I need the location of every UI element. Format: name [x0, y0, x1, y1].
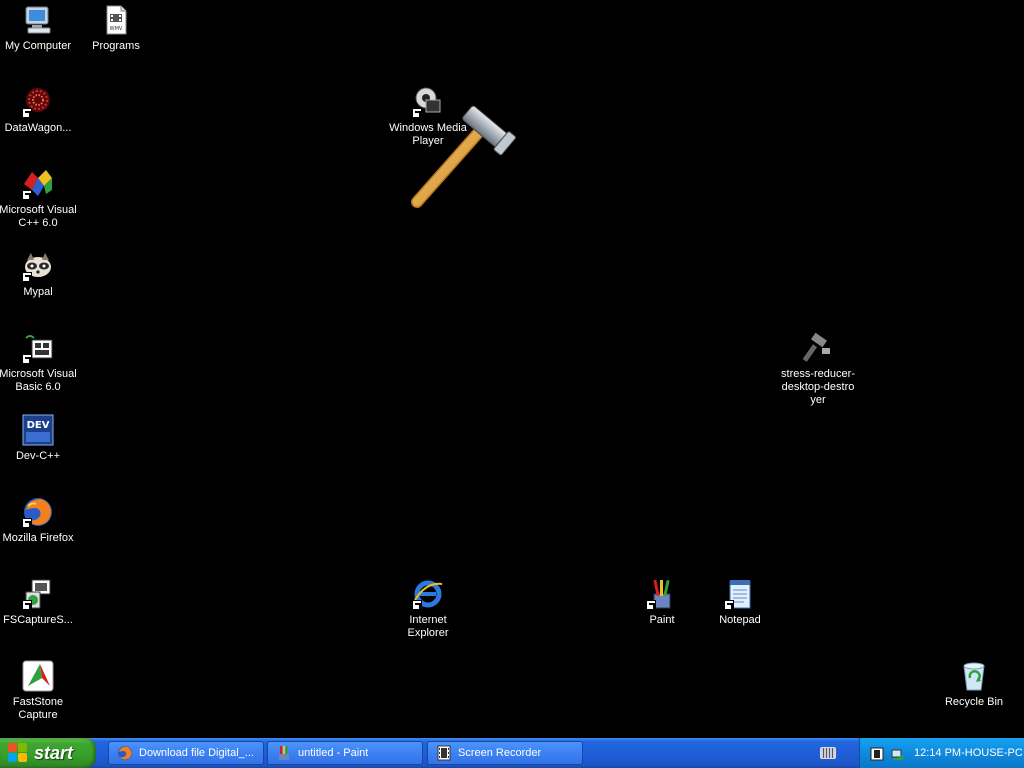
desktop-icon-internet-explorer[interactable]: Internet Explorer [388, 578, 468, 640]
desktop-icon-label: Internet Explorer [407, 614, 449, 639]
shortcut-arrow-icon [22, 600, 32, 610]
paint-brushes-icon [646, 578, 678, 610]
paint-brushes-icon [276, 745, 292, 761]
desktop[interactable]: My Computer WMV Programs DataWagon... Mi… [0, 0, 1024, 738]
desktop-icon-visual-cpp[interactable]: Microsoft Visual C++ 6.0 [0, 168, 78, 230]
shortcut-arrow-icon [646, 600, 656, 610]
fscapture-icon [22, 578, 54, 610]
datawagon-icon [22, 86, 54, 118]
shortcut-arrow-icon [22, 190, 32, 200]
shortcut-arrow-icon [22, 354, 32, 364]
windows-logo-icon [8, 743, 28, 763]
shortcut-arrow-icon [724, 600, 734, 610]
recycle-bin-icon [958, 660, 990, 692]
desktop-icon-label: Notepad [719, 614, 761, 626]
desktop-icon-datawagon[interactable]: DataWagon... [0, 86, 78, 135]
desktop-icon-faststone-capture[interactable]: FastStone Capture [0, 660, 78, 722]
taskbar-button-label: Download file Digital_... [139, 747, 254, 759]
hammer-cursor-icon [405, 98, 525, 213]
dev-cpp-icon: DEV [22, 414, 54, 446]
keyboard-language-icon[interactable] [820, 747, 836, 759]
notepad-icon [724, 578, 756, 610]
shortcut-arrow-icon [22, 272, 32, 282]
desktop-icon-my-computer[interactable]: My Computer [0, 4, 78, 53]
faststone-icon [22, 660, 54, 692]
desktop-icon-fscapture[interactable]: FSCaptureS... [0, 578, 78, 627]
start-button[interactable]: start [0, 738, 96, 768]
taskbar: start Download file Digital_... untitled… [0, 738, 1024, 768]
desktop-icon-stress-reducer[interactable]: stress-reducer- desktop-destro yer [778, 332, 858, 407]
visual-basic-icon [22, 332, 54, 364]
film-strip-icon[interactable] [870, 746, 884, 761]
shortcut-arrow-icon [22, 518, 32, 528]
taskbar-button-firefox-download[interactable]: Download file Digital_... [108, 741, 264, 765]
desktop-icon-label: My Computer [4, 40, 72, 52]
desktop-icon-visual-basic[interactable]: Microsoft Visual Basic 6.0 [0, 332, 78, 394]
desktop-icon-label: Programs [92, 40, 140, 52]
wmv-file-icon: WMV [100, 4, 132, 36]
firefox-icon [22, 496, 54, 528]
visual-cpp-icon [22, 168, 54, 200]
desktop-icon-paint[interactable]: Paint [622, 578, 702, 627]
svg-text:WMV: WMV [110, 26, 123, 32]
desktop-icon-label: Microsoft Visual C++ 6.0 [0, 204, 77, 229]
internet-explorer-icon [412, 578, 444, 610]
desktop-icon-label: Microsoft Visual Basic 6.0 [0, 368, 77, 393]
network-icon[interactable] [890, 746, 904, 761]
shortcut-arrow-icon [412, 600, 422, 610]
shortcut-arrow-icon [22, 108, 32, 118]
hammer-icon [802, 332, 834, 364]
desktop-icon-notepad[interactable]: Notepad [700, 578, 780, 627]
start-label: start [34, 742, 74, 763]
computer-icon [22, 4, 54, 36]
desktop-icon-programs[interactable]: WMV Programs [76, 4, 156, 53]
firefox-icon [117, 745, 133, 761]
desktop-icon-label: DataWagon... [4, 122, 72, 134]
desktop-icon-label: stress-reducer- desktop-destro yer [781, 368, 855, 406]
taskbar-button-paint[interactable]: untitled - Paint [267, 741, 423, 765]
taskbar-button-screen-recorder[interactable]: Screen Recorder [427, 741, 583, 765]
system-tray: 12:14 PM-HOUSE-PC [859, 738, 1024, 768]
desktop-icon-label: FSCaptureS... [3, 614, 73, 626]
desktop-icon-label: Mozilla Firefox [2, 532, 74, 544]
mypal-raccoon-icon [22, 250, 54, 282]
desktop-icon-label: Paint [649, 614, 675, 626]
film-strip-icon [436, 745, 452, 761]
system-clock[interactable]: 12:14 PM-HOUSE-PC [914, 747, 1023, 759]
desktop-icon-label: Mypal [23, 286, 53, 298]
desktop-icon-label: Dev-C++ [15, 450, 61, 462]
desktop-icon-dev-cpp[interactable]: DEV Dev-C++ [0, 414, 78, 463]
desktop-icon-label: Recycle Bin [944, 696, 1004, 708]
taskbar-button-label: untitled - Paint [298, 747, 369, 759]
desktop-icon-firefox[interactable]: Mozilla Firefox [0, 496, 78, 545]
desktop-icon-label: FastStone Capture [12, 696, 64, 721]
taskbar-button-label: Screen Recorder [458, 747, 542, 759]
desktop-icon-recycle-bin[interactable]: Recycle Bin [934, 660, 1014, 709]
svg-text:DEV: DEV [27, 420, 50, 431]
desktop-icon-mypal[interactable]: Mypal [0, 250, 78, 299]
